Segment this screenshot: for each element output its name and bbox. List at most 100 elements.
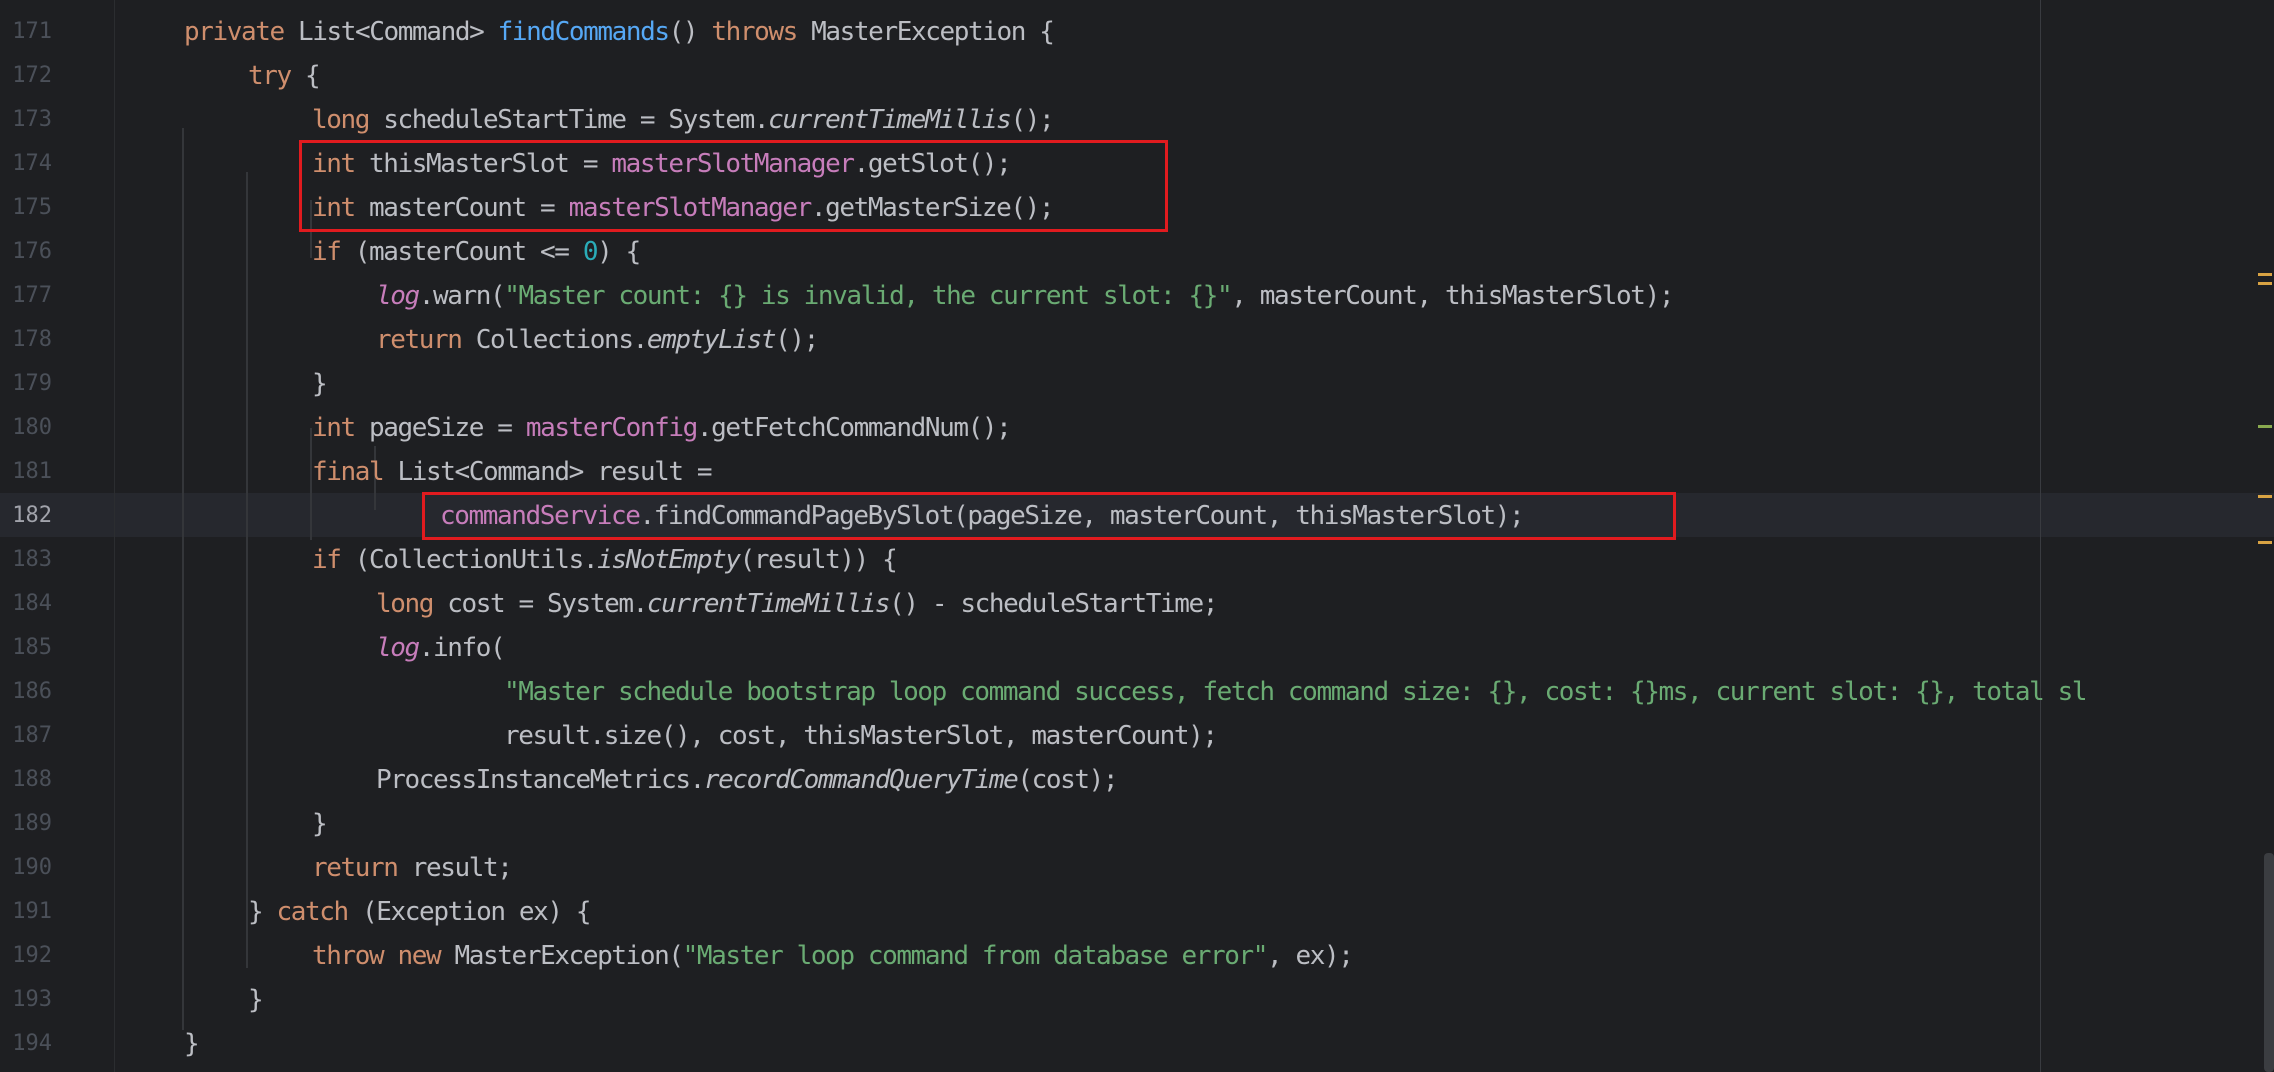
code-line[interactable]: 181 final List<Command> result = (0, 450, 2274, 494)
highlight-box-find-command-page-by-slot-call (422, 492, 1676, 540)
code-line[interactable]: 178 return Collections.emptyList(); (0, 318, 2274, 362)
code-text[interactable]: "Master schedule bootstrap loop command … (504, 670, 2088, 714)
code-token: result.size(), cost, thisMasterSlot, mas… (504, 721, 1218, 751)
code-editor[interactable]: 171 private List<Command> findCommands() … (0, 0, 2274, 1072)
code-line[interactable]: 194} (0, 1022, 2274, 1066)
code-token: return (376, 325, 476, 355)
code-token: (); (1010, 105, 1054, 135)
code-line[interactable]: 186 "Master schedule bootstrap loop comma… (0, 670, 2274, 714)
code-token: throws (711, 17, 812, 47)
code-line[interactable]: 183 if (CollectionUtils.isNotEmpty(result… (0, 538, 2274, 582)
line-number[interactable]: 191 (0, 890, 52, 934)
code-line[interactable]: 177 log.warn("Master count: {} is invalid… (0, 274, 2274, 318)
stripe-marker[interactable] (2258, 541, 2272, 544)
code-text[interactable]: throw new MasterException("Master loop c… (312, 934, 1354, 978)
line-number[interactable]: 182 (0, 494, 52, 538)
code-line[interactable]: 176 if (masterCount <= 0) { (0, 230, 2274, 274)
code-line[interactable]: 179} (0, 362, 2274, 406)
code-token: List<Command> result = (397, 457, 713, 487)
code-token: ) { (597, 237, 641, 267)
code-line[interactable]: 180 int pageSize = masterConfig.getFetchC… (0, 406, 2274, 450)
line-number[interactable]: 177 (0, 274, 52, 318)
line-number[interactable]: 194 (0, 1022, 52, 1066)
code-text[interactable]: try { (248, 54, 321, 98)
code-text[interactable]: return result; (312, 846, 513, 890)
line-number[interactable]: 187 (0, 714, 52, 758)
code-line[interactable]: 187 result.size(), cost, thisMasterSlot, … (0, 714, 2274, 758)
code-line[interactable]: 171 private List<Command> findCommands() … (0, 10, 2274, 54)
code-token: ProcessInstanceMetrics. (376, 765, 705, 795)
code-text[interactable]: int pageSize = masterConfig.getFetchComm… (312, 406, 1012, 450)
code-line[interactable]: 172 try { (0, 54, 2274, 98)
code-token: MasterException( (454, 941, 684, 971)
code-text[interactable]: } (184, 1022, 200, 1066)
code-token: findCommands (497, 17, 670, 47)
code-text[interactable]: log.info( (376, 626, 506, 670)
code-token: () (668, 17, 712, 47)
line-number[interactable]: 186 (0, 670, 52, 714)
line-number[interactable]: 171 (0, 10, 52, 54)
code-line[interactable]: 192 throw new MasterException("Master loo… (0, 934, 2274, 978)
code-text[interactable]: long cost = System.currentTimeMillis() -… (376, 582, 1218, 626)
code-token: .getFetchCommandNum(); (696, 413, 1012, 443)
stripe-marker[interactable] (2258, 495, 2272, 498)
line-number[interactable]: 181 (0, 450, 52, 494)
code-line[interactable]: 188 ProcessInstanceMetrics.recordCommandQ… (0, 758, 2274, 802)
code-text[interactable]: return Collections.emptyList(); (376, 318, 819, 362)
code-token: (cost); (1017, 765, 1118, 795)
stripe-marker[interactable] (2258, 273, 2272, 276)
line-number[interactable]: 173 (0, 98, 52, 142)
code-line[interactable]: 173 long scheduleStartTime = System.curre… (0, 98, 2274, 142)
code-token: (); (775, 325, 819, 355)
stripe-marker[interactable] (2258, 425, 2272, 428)
line-number[interactable]: 193 (0, 978, 52, 1022)
line-number[interactable]: 172 (0, 54, 52, 98)
code-token: recordCommandQueryTime (703, 765, 1019, 795)
code-token: try (248, 61, 306, 91)
line-number[interactable]: 178 (0, 318, 52, 362)
stripe-marker[interactable] (2258, 282, 2272, 285)
code-token: } (184, 1029, 200, 1059)
code-text[interactable]: result.size(), cost, thisMasterSlot, mas… (504, 714, 1218, 758)
line-number[interactable]: 188 (0, 758, 52, 802)
code-token: 0 (582, 237, 599, 267)
highlight-box-slot-and-count-assignments (299, 140, 1168, 232)
code-line[interactable]: 191 } catch (Exception ex) { (0, 890, 2274, 934)
line-number[interactable]: 174 (0, 142, 52, 186)
code-token: } (312, 809, 328, 839)
code-token: "Master loop command from database error… (682, 941, 1269, 971)
line-number[interactable]: 190 (0, 846, 52, 890)
code-text[interactable]: final List<Command> result = (312, 450, 713, 494)
line-number[interactable]: 180 (0, 406, 52, 450)
code-text[interactable]: } (312, 802, 328, 846)
code-token: (masterCount <= (354, 237, 583, 267)
line-number[interactable]: 192 (0, 934, 52, 978)
line-number[interactable]: 189 (0, 802, 52, 846)
line-number[interactable]: 184 (0, 582, 52, 626)
code-line[interactable]: 184 long cost = System.currentTimeMillis(… (0, 582, 2274, 626)
code-text[interactable]: } catch (Exception ex) { (248, 890, 592, 934)
line-number[interactable]: 185 (0, 626, 52, 670)
code-token: MasterException { (811, 17, 1055, 47)
code-text[interactable]: if (masterCount <= 0) { (312, 230, 641, 274)
code-text[interactable]: ProcessInstanceMetrics.recordCommandQuer… (376, 758, 1119, 802)
code-line[interactable]: 185 log.info( (0, 626, 2274, 670)
code-text[interactable]: if (CollectionUtils.isNotEmpty(result)) … (312, 538, 898, 582)
line-number[interactable]: 179 (0, 362, 52, 406)
code-token: long (376, 589, 448, 619)
code-line[interactable]: 193} (0, 978, 2274, 1022)
code-line[interactable]: 189} (0, 802, 2274, 846)
code-line[interactable]: 190 return result; (0, 846, 2274, 890)
line-number[interactable]: 183 (0, 538, 52, 582)
code-token: result; (411, 853, 513, 883)
code-text[interactable]: long scheduleStartTime = System.currentT… (312, 98, 1055, 142)
code-token: emptyList (646, 325, 777, 355)
code-text[interactable]: } (312, 362, 328, 406)
vertical-scrollbar[interactable] (2264, 853, 2274, 1072)
code-token: List<Command> (298, 17, 498, 47)
code-text[interactable]: } (248, 978, 264, 1022)
line-number[interactable]: 175 (0, 186, 52, 230)
code-text[interactable]: private List<Command> findCommands() thr… (184, 10, 1055, 54)
line-number[interactable]: 176 (0, 230, 52, 274)
code-text[interactable]: log.warn("Master count: {} is invalid, t… (376, 274, 1674, 318)
